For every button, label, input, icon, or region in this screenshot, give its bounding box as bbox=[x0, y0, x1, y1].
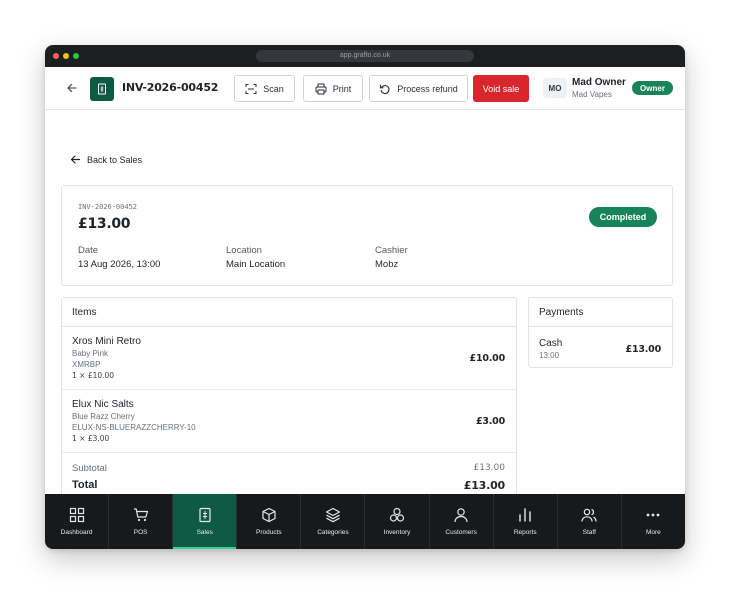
circles-icon bbox=[389, 507, 405, 522]
cashier-value: Mobz bbox=[375, 259, 399, 270]
back-to-sales-link[interactable]: Back to Sales bbox=[70, 154, 142, 165]
dots-icon bbox=[646, 513, 660, 517]
invoice-title: INV-2026-00452 bbox=[122, 81, 219, 94]
bottom-nav: Dashboard POS Sales Products Categories … bbox=[45, 494, 685, 549]
subtotal-value: £13.00 bbox=[473, 463, 506, 473]
void-button-label: Void sale bbox=[482, 83, 520, 94]
printer-icon bbox=[315, 83, 327, 94]
cart-icon bbox=[133, 508, 148, 522]
item-quantity: 1 × £3.00 bbox=[72, 434, 110, 443]
nav-label: Products bbox=[256, 529, 282, 536]
close-window-dot[interactable] bbox=[53, 53, 59, 59]
list-item[interactable]: Elux Nic Salts Blue Razz Cherry ELUX-NS-… bbox=[62, 390, 516, 453]
item-name: Elux Nic Salts bbox=[72, 399, 134, 410]
avatar[interactable]: MO bbox=[543, 78, 567, 98]
date-value: 13 Aug 2026, 13:00 bbox=[78, 259, 161, 270]
process-refund-button[interactable]: Process refund bbox=[369, 75, 468, 102]
browser-titlebar: app.grafto.co.uk bbox=[45, 45, 685, 67]
date-label: Date bbox=[78, 245, 99, 256]
payments-header: Payments bbox=[529, 298, 672, 327]
item-sku: XMRBP bbox=[72, 360, 101, 369]
subtotal-label: Subtotal bbox=[72, 463, 107, 474]
user-icon bbox=[454, 508, 468, 523]
refund-button-label: Process refund bbox=[397, 83, 458, 94]
location-value: Main Location bbox=[226, 259, 286, 270]
user-organization: Mad Vapes bbox=[572, 90, 612, 99]
user-name: Mad Owner bbox=[572, 77, 626, 88]
nav-item-inventory[interactable]: Inventory bbox=[365, 494, 430, 549]
print-button[interactable]: Print bbox=[303, 75, 363, 102]
users-icon bbox=[581, 508, 597, 522]
maximize-window-dot[interactable] bbox=[73, 53, 79, 59]
nav-label: More bbox=[645, 529, 661, 536]
nav-item-dashboard[interactable]: Dashboard bbox=[45, 494, 110, 549]
void-sale-button[interactable]: Void sale bbox=[473, 75, 529, 102]
nav-label: Categories bbox=[317, 529, 349, 536]
nav-item-sales[interactable]: Sales bbox=[173, 494, 238, 549]
sale-detail-page: INV-2026-00452 Scan Print Process refund… bbox=[45, 67, 685, 501]
minimize-window-dot[interactable] bbox=[63, 53, 69, 59]
payment-time: 13:00 bbox=[539, 351, 560, 360]
print-button-label: Print bbox=[332, 83, 352, 94]
item-variant: Blue Razz Cherry bbox=[72, 412, 135, 421]
cashier-label: Cashier bbox=[375, 245, 408, 256]
layers-icon bbox=[325, 507, 341, 523]
receipt-icon bbox=[199, 507, 211, 523]
box-icon bbox=[262, 507, 276, 523]
nav-label: Reports bbox=[513, 529, 537, 536]
receipt-badge-icon bbox=[90, 77, 114, 101]
top-bar: INV-2026-00452 Scan Print Process refund… bbox=[45, 67, 685, 110]
payment-method: Cash bbox=[539, 338, 563, 349]
payment-amount: £13.00 bbox=[625, 344, 662, 355]
browser-window: app.grafto.co.uk INV-2026-00452 Scan Pri… bbox=[45, 45, 685, 549]
total-value: £13.00 bbox=[463, 479, 505, 492]
status-badge: Completed bbox=[589, 207, 657, 227]
nav-label: Customers bbox=[445, 529, 477, 536]
role-badge: Owner bbox=[632, 81, 673, 95]
nav-item-pos[interactable]: POS bbox=[109, 494, 174, 549]
location-label: Location bbox=[226, 245, 262, 256]
nav-label: POS bbox=[133, 529, 148, 536]
back-link-label: Back to Sales bbox=[87, 154, 143, 165]
nav-item-products[interactable]: Products bbox=[237, 494, 302, 549]
back-arrow-icon[interactable] bbox=[65, 81, 79, 95]
arrow-left-icon bbox=[70, 155, 81, 164]
nav-item-more[interactable]: More bbox=[622, 494, 685, 549]
nav-label: Staff bbox=[582, 529, 596, 536]
nav-item-reports[interactable]: Reports bbox=[494, 494, 558, 549]
total-label: Total bbox=[72, 479, 98, 491]
sale-id: INV-2026-00452 bbox=[78, 203, 138, 211]
nav-item-categories[interactable]: Categories bbox=[301, 494, 366, 549]
item-variant: Baby Pink bbox=[72, 349, 109, 358]
list-item[interactable]: Xros Mini Retro Baby Pink XMRBP 1 × £10.… bbox=[62, 327, 516, 390]
url-bar[interactable]: app.grafto.co.uk bbox=[256, 50, 474, 62]
sale-summary-card: INV-2026-00452 £13.00 Completed Date 13 … bbox=[61, 185, 673, 286]
bar-chart-icon bbox=[519, 508, 531, 522]
item-quantity: 1 × £10.00 bbox=[72, 371, 115, 380]
nav-label: Dashboard bbox=[60, 529, 93, 536]
items-header: Items bbox=[62, 298, 516, 327]
refund-icon bbox=[380, 84, 390, 94]
sale-amount: £13.00 bbox=[78, 216, 131, 232]
payments-card: Payments Cash 13:00 £13.00 bbox=[528, 297, 673, 368]
item-sku: ELUX-NS-BLUERAZZCHERRY-10 bbox=[72, 423, 196, 432]
nav-label: Sales bbox=[196, 529, 213, 536]
grid-icon bbox=[69, 507, 84, 523]
scan-icon bbox=[245, 83, 257, 94]
nav-item-staff[interactable]: Staff bbox=[558, 494, 622, 549]
scan-button-label: Scan bbox=[263, 83, 284, 94]
nav-item-customers[interactable]: Customers bbox=[430, 494, 494, 549]
nav-label: Inventory bbox=[383, 529, 411, 536]
item-price: £10.00 bbox=[469, 353, 506, 364]
scan-button[interactable]: Scan bbox=[234, 75, 295, 102]
items-card: Items Xros Mini Retro Baby Pink XMRBP 1 … bbox=[61, 297, 517, 501]
item-name: Xros Mini Retro bbox=[72, 336, 141, 347]
item-price: £3.00 bbox=[475, 416, 505, 427]
